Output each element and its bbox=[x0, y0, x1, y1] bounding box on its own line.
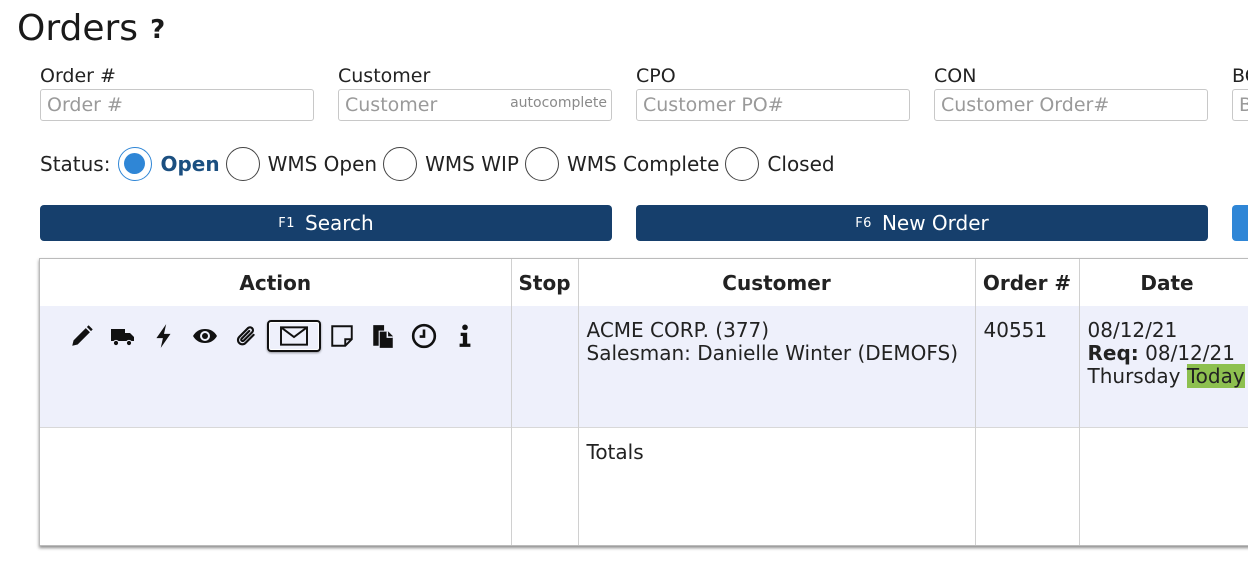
con-label: CON bbox=[934, 65, 977, 87]
lightning-icon[interactable] bbox=[144, 320, 184, 352]
req-label: Req: bbox=[1087, 341, 1139, 365]
order-number-label: Order # bbox=[40, 65, 116, 87]
salesman: Salesman: Danielle Winter (DEMOFS) bbox=[586, 341, 959, 365]
eye-icon[interactable] bbox=[185, 320, 225, 352]
page-title: Orders? bbox=[17, 8, 165, 49]
envelope-icon[interactable] bbox=[267, 320, 321, 352]
totals-label: Totals bbox=[586, 439, 644, 464]
status-option-label: Closed bbox=[767, 152, 835, 176]
table-row: ACME CORP. (377) Salesman: Danielle Wint… bbox=[40, 306, 1248, 427]
stop-cell bbox=[511, 306, 579, 427]
today-badge: Today bbox=[1186, 364, 1245, 388]
customer-label: Customer bbox=[338, 65, 431, 87]
search-button[interactable]: F1 Search bbox=[40, 205, 612, 241]
date-cell: 08/12/21 Req: 08/12/21 Thursday Today bbox=[1079, 306, 1248, 427]
customer-name: ACME CORP. (377) bbox=[586, 318, 770, 342]
cpo-field: CPO bbox=[636, 64, 910, 121]
order-number-field: Order # bbox=[40, 64, 314, 121]
truck-icon[interactable] bbox=[103, 320, 143, 352]
header-order-number[interactable]: Order # bbox=[975, 259, 1080, 306]
header-customer[interactable]: Customer bbox=[578, 259, 976, 306]
cpo-input[interactable] bbox=[637, 90, 909, 120]
header-action[interactable]: Action bbox=[40, 259, 512, 306]
con-field: CON bbox=[934, 64, 1208, 121]
status-radio-open[interactable]: Open bbox=[118, 147, 220, 181]
totals-empty-cell bbox=[975, 426, 1080, 545]
bo-field: BO bbox=[1232, 64, 1248, 121]
pencil-icon[interactable] bbox=[62, 320, 102, 352]
status-option-label: WMS Complete bbox=[566, 152, 720, 176]
radio-circle-icon[interactable] bbox=[524, 147, 559, 181]
note-icon[interactable] bbox=[322, 320, 362, 352]
partial-button[interactable] bbox=[1232, 205, 1248, 241]
totals-empty-cell bbox=[40, 426, 512, 545]
status-option-label: WMS Open bbox=[267, 152, 378, 176]
orders-table: Action Stop Customer Order # Date ACME C… bbox=[39, 258, 1248, 546]
totals-empty-cell bbox=[1079, 426, 1248, 545]
totals-empty-cell bbox=[511, 426, 579, 545]
paperclip-icon[interactable] bbox=[226, 320, 266, 352]
order-date: 08/12/21 bbox=[1087, 318, 1178, 342]
header-date[interactable]: Date bbox=[1079, 259, 1248, 306]
req-date: 08/12/21 bbox=[1145, 341, 1235, 365]
paste-icon[interactable] bbox=[363, 320, 403, 352]
info-icon[interactable] bbox=[445, 320, 485, 352]
status-filter: Status: Open WMS Open WMS WIP WMS Comple… bbox=[40, 146, 841, 182]
status-label: Status: bbox=[40, 152, 111, 176]
order-number-input[interactable] bbox=[41, 90, 313, 120]
status-radio-wms-wip[interactable]: WMS WIP bbox=[383, 147, 519, 181]
radio-circle-icon[interactable] bbox=[383, 147, 418, 181]
status-radio-wms-complete[interactable]: WMS Complete bbox=[524, 147, 720, 181]
clock-icon[interactable] bbox=[404, 320, 444, 352]
status-radio-closed[interactable]: Closed bbox=[725, 147, 835, 181]
new-order-button[interactable]: F6 New Order bbox=[636, 205, 1208, 241]
status-option-label: Open bbox=[160, 152, 220, 176]
order-number-link[interactable]: 40551 bbox=[984, 319, 1071, 342]
radio-circle-icon[interactable] bbox=[725, 147, 760, 181]
status-radio-wms-open[interactable]: WMS Open bbox=[225, 147, 378, 181]
page-title-text: Orders bbox=[17, 8, 139, 49]
radio-circle-icon[interactable] bbox=[225, 147, 260, 181]
bo-input[interactable] bbox=[1233, 90, 1248, 120]
new-order-button-label: New Order bbox=[881, 211, 989, 235]
customer-cell: ACME CORP. (377) Salesman: Danielle Wint… bbox=[578, 306, 976, 427]
new-order-shortcut-key: F6 bbox=[855, 215, 872, 231]
status-option-label: WMS WIP bbox=[425, 152, 519, 176]
con-input[interactable] bbox=[935, 90, 1207, 120]
autocomplete-hint: autocomplete bbox=[510, 95, 607, 111]
order-number-cell: 40551 bbox=[975, 306, 1080, 427]
help-icon[interactable]: ? bbox=[150, 15, 165, 45]
bo-label: BO bbox=[1232, 65, 1248, 87]
totals-cell: Totals bbox=[578, 426, 976, 545]
search-button-label: Search bbox=[305, 211, 374, 235]
radio-circle-icon[interactable] bbox=[118, 147, 153, 181]
totals-row: Totals bbox=[40, 426, 1248, 545]
header-stop[interactable]: Stop bbox=[511, 259, 579, 306]
weekday: Thursday bbox=[1087, 364, 1181, 388]
action-cell bbox=[40, 306, 512, 427]
cpo-label: CPO bbox=[636, 65, 676, 87]
search-shortcut-key: F1 bbox=[278, 215, 296, 231]
customer-field: Customer autocomplete bbox=[338, 64, 612, 121]
